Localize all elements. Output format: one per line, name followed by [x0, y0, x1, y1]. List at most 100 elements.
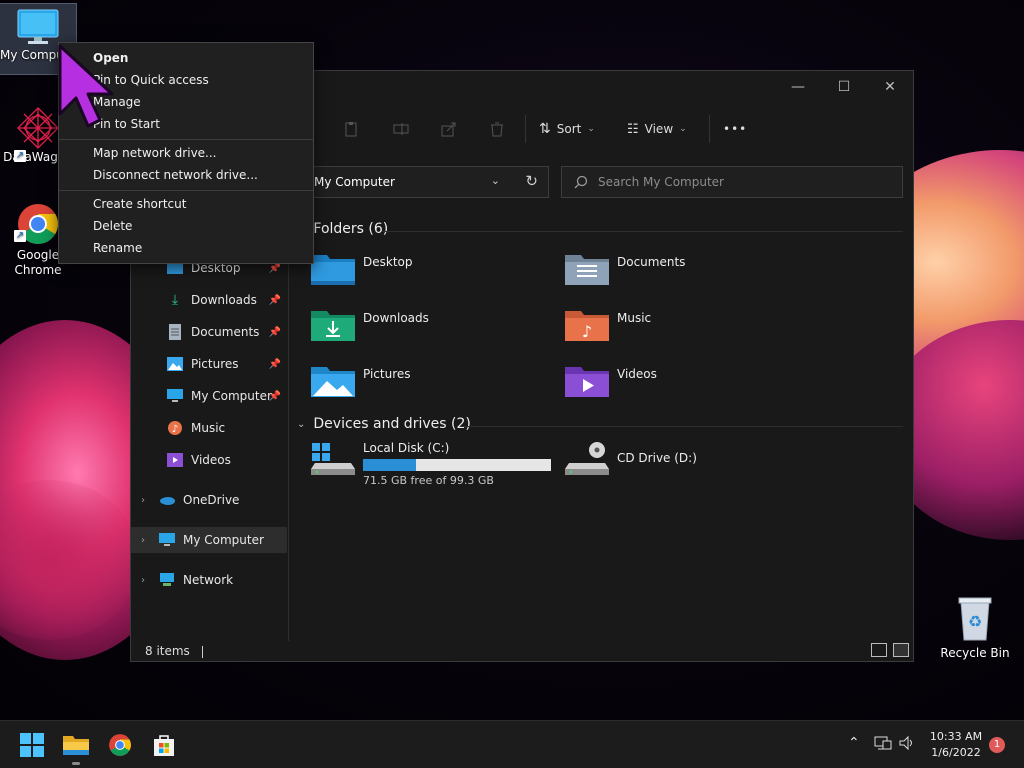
minimize-button[interactable]: — — [775, 75, 821, 99]
nav-item-my-computer[interactable]: My Computer 📌 — [131, 383, 287, 409]
clock-time: 10:33 AM — [929, 730, 983, 743]
share-icon — [441, 122, 456, 137]
chevron-down-icon[interactable]: ⌄ — [491, 174, 500, 187]
status-bar: 8 items — [145, 644, 203, 658]
svg-text:♪: ♪ — [172, 424, 178, 435]
nav-item-network[interactable]: › Network — [131, 567, 287, 593]
downloads-folder-icon — [311, 311, 355, 341]
svg-text:♻: ♻ — [968, 612, 982, 631]
view-icon: ☷ — [627, 121, 639, 137]
nav-item-my-computer-root[interactable]: › My Computer — [131, 527, 287, 553]
desktop-icon-label: Recycle Bin — [940, 646, 1010, 660]
chrome-icon — [109, 734, 131, 756]
taskbar: ⌃ 10:33 AM 1/6/2022 1 — [0, 720, 1024, 768]
documents-folder-icon — [565, 255, 609, 285]
pin-icon: 📌 — [268, 294, 281, 306]
folder-label: Documents — [617, 255, 686, 269]
desktop-icon-recycle-bin[interactable]: ♻ Recycle Bin — [940, 596, 1010, 660]
rename-button[interactable] — [393, 117, 409, 141]
menu-item-disconnect-network-drive[interactable]: Disconnect network drive... — [93, 168, 258, 182]
details-view-button[interactable] — [871, 643, 887, 657]
address-text: My Computer — [314, 175, 395, 189]
file-explorer-icon — [63, 736, 89, 755]
taskbar-file-explorer[interactable] — [62, 731, 90, 765]
downloads-icon: ⤓ — [171, 292, 179, 308]
desktop-folder-icon — [311, 255, 355, 285]
search-box[interactable] — [561, 166, 903, 198]
folder-label: Desktop — [363, 255, 413, 269]
menu-item-create-shortcut[interactable]: Create shortcut — [93, 197, 186, 211]
chevron-right-icon[interactable]: › — [141, 535, 145, 546]
chevron-right-icon[interactable]: › — [141, 495, 145, 506]
delete-button[interactable] — [489, 117, 505, 141]
drive-usage-fill — [363, 459, 416, 471]
drive-cd-d[interactable]: CD Drive (D:) — [565, 441, 697, 489]
svg-text:♪: ♪ — [582, 322, 592, 341]
start-button[interactable] — [18, 731, 46, 759]
volume-icon[interactable] — [898, 735, 916, 755]
music-icon: ♪ — [167, 420, 183, 436]
nav-item-videos[interactable]: Videos — [131, 447, 287, 473]
nav-label: OneDrive — [183, 493, 240, 507]
drive-free-space: 71.5 GB free of 99.3 GB — [363, 474, 494, 487]
paste-button[interactable] — [343, 117, 359, 141]
notification-badge[interactable]: 1 — [989, 737, 1005, 753]
large-icons-view-button[interactable] — [893, 643, 909, 657]
nav-item-onedrive[interactable]: › OneDrive — [131, 487, 287, 513]
view-label: View — [644, 122, 674, 136]
clock[interactable]: 10:33 AM 1/6/2022 — [924, 729, 988, 761]
pin-icon: 📌 — [268, 358, 281, 370]
desktop-icon-label: My Computer — [0, 48, 60, 62]
view-button[interactable]: ☷ View ⌄ — [627, 117, 687, 141]
maximize-button[interactable]: ☐ — [821, 75, 867, 99]
sort-button[interactable]: ⇅ Sort ⌄ — [539, 117, 595, 141]
folder-documents[interactable]: Documents — [565, 251, 685, 295]
folder-pictures[interactable]: Pictures — [311, 363, 411, 407]
search-input[interactable] — [598, 175, 878, 189]
pin-icon: 📌 — [268, 326, 281, 338]
cloud-icon — [159, 492, 175, 508]
nav-item-music[interactable]: ♪ Music — [131, 415, 287, 441]
chevron-down-icon: ⌄ — [679, 124, 687, 134]
nav-label: My Computer — [183, 533, 264, 547]
start-icon — [20, 733, 44, 757]
datawagon-icon — [17, 107, 59, 149]
drives-section-header[interactable]: ⌄ Devices and drives (2) — [297, 416, 471, 432]
taskbar-store[interactable] — [150, 731, 178, 759]
folder-music[interactable]: ♪ Music — [565, 307, 651, 351]
nav-item-downloads[interactable]: ⤓ Downloads 📌 — [131, 287, 287, 313]
folder-desktop[interactable]: Desktop — [311, 251, 413, 295]
nav-item-documents[interactable]: Documents 📌 — [131, 319, 287, 345]
nav-label: Downloads — [191, 293, 257, 307]
chevron-right-icon[interactable]: › — [141, 575, 145, 586]
trash-icon — [491, 122, 503, 137]
chevron-up-icon[interactable]: ⌃ — [848, 735, 860, 751]
toolbar-divider — [525, 115, 526, 143]
videos-folder-icon — [565, 367, 609, 397]
section-title: Devices and drives (2) — [313, 416, 471, 432]
toolbar-divider — [709, 115, 710, 143]
drive-local-disk-c[interactable]: Local Disk (C:) 71.5 GB free of 99.3 GB — [311, 441, 551, 489]
nav-item-pictures[interactable]: Pictures 📌 — [131, 351, 287, 377]
drive-usage-bar — [363, 459, 551, 471]
folder-videos[interactable]: Videos — [565, 363, 657, 407]
nav-label: Network — [183, 573, 234, 587]
sort-label: Sort — [556, 122, 582, 136]
nav-label: Videos — [191, 453, 231, 467]
nav-label: Music — [191, 421, 226, 435]
folder-downloads[interactable]: Downloads — [311, 307, 429, 351]
search-icon — [574, 175, 588, 189]
address-bar[interactable]: My Computer ⌄ ↻ — [309, 166, 549, 198]
network-status-icon[interactable] — [874, 735, 892, 755]
store-icon — [154, 735, 174, 756]
share-button[interactable] — [441, 117, 457, 141]
close-button[interactable]: ✕ — [867, 75, 913, 99]
more-options-button[interactable]: ••• — [723, 117, 747, 141]
menu-item-rename[interactable]: Rename — [93, 241, 142, 255]
taskbar-chrome[interactable] — [106, 731, 134, 759]
drive-label: Local Disk (C:) — [363, 441, 450, 455]
menu-item-map-network-drive[interactable]: Map network drive... — [93, 146, 217, 160]
sort-icon: ⇅ — [539, 121, 551, 137]
refresh-icon[interactable]: ↻ — [525, 172, 538, 190]
menu-item-delete[interactable]: Delete — [93, 219, 132, 233]
